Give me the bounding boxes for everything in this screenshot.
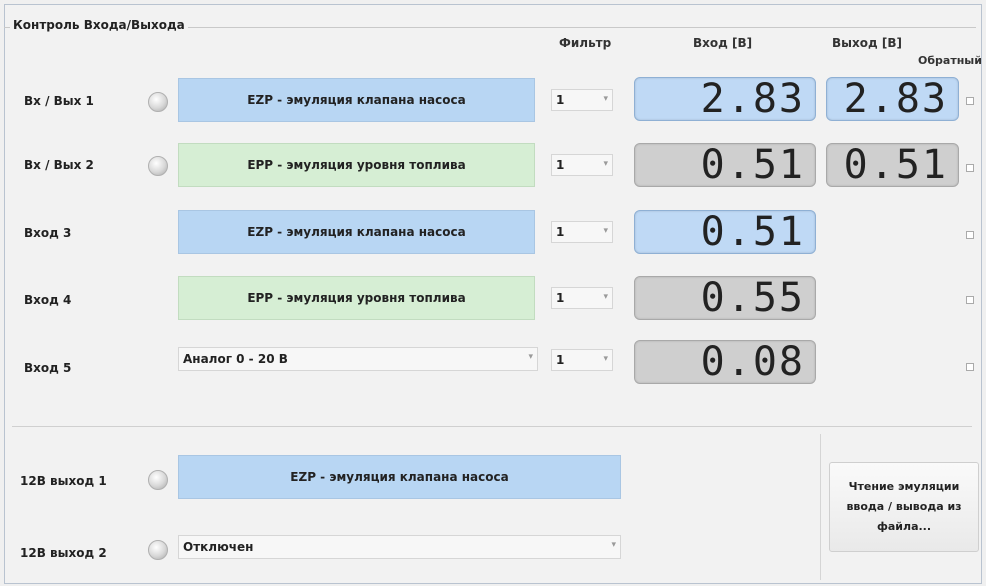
row-label-12v-out2: 12В выход 2 xyxy=(20,546,107,560)
load-emulation-file-button[interactable]: Чтение эмуляции ввода / вывода из файла.… xyxy=(829,462,979,552)
chevron-down-icon: ▾ xyxy=(603,292,608,302)
filter-select-io2[interactable]: 1 ▾ xyxy=(551,154,613,176)
header-input: Вход [В] xyxy=(693,36,753,50)
inverse-checkbox-io2[interactable] xyxy=(966,164,974,172)
filter-value: 1 xyxy=(556,93,565,107)
chevron-down-icon: ▾ xyxy=(603,94,608,104)
filter-select-in4[interactable]: 1 ▾ xyxy=(551,287,613,309)
filter-value: 1 xyxy=(556,158,565,172)
mode-button-in3[interactable]: EZP - эмуляция клапана насоса xyxy=(178,210,535,254)
chevron-down-icon: ▾ xyxy=(603,354,608,364)
header-inverse: Обратный xyxy=(918,54,982,67)
status-led-icon[interactable] xyxy=(148,92,168,112)
mode-button-in4[interactable]: EPP - эмуляция уровня топлива xyxy=(178,276,535,320)
filter-select-in5[interactable]: 1 ▾ xyxy=(551,349,613,371)
group-title: Контроль Входа/Выхода xyxy=(10,18,188,32)
row-label-io2: Вх / Вых 2 xyxy=(24,158,94,172)
inverse-checkbox-in5[interactable] xyxy=(966,363,974,371)
mode-button-io2[interactable]: EPP - эмуляция уровня топлива xyxy=(178,143,535,187)
mode-value: Аналог 0 - 20 В xyxy=(183,352,288,366)
chevron-down-icon: ▾ xyxy=(611,540,616,550)
row-label-in3: Вход 3 xyxy=(24,226,72,240)
inverse-checkbox-in3[interactable] xyxy=(966,231,974,239)
row-label-in5: Вход 5 xyxy=(24,361,72,375)
chevron-down-icon: ▾ xyxy=(603,226,608,236)
input-display-in5: 0.08 xyxy=(634,339,816,385)
status-led-icon[interactable] xyxy=(148,470,168,490)
inverse-checkbox-in4[interactable] xyxy=(966,296,974,304)
vertical-divider xyxy=(820,434,821,580)
mode-button-io1[interactable]: EZP - эмуляция клапана насоса xyxy=(178,78,535,122)
input-display-io2: 0.51 xyxy=(634,142,816,188)
header-filter: Фильтр xyxy=(559,36,612,50)
mode-select-12v-out2[interactable]: Отключен ▾ xyxy=(178,535,621,559)
section-divider xyxy=(12,426,972,427)
mode-button-12v-out1[interactable]: EZP - эмуляция клапана насоса xyxy=(178,455,621,499)
input-display-in4: 0.55 xyxy=(634,275,816,321)
row-label-in4: Вход 4 xyxy=(24,293,72,307)
row-label-12v-out1: 12В выход 1 xyxy=(20,474,107,488)
mode-value: Отключен xyxy=(183,540,254,554)
header-output: Выход [В] xyxy=(832,36,902,50)
output-display-io2: 0.51 xyxy=(826,142,959,188)
input-display-io1: 2.83 xyxy=(634,76,816,122)
filter-select-in3[interactable]: 1 ▾ xyxy=(551,221,613,243)
status-led-icon[interactable] xyxy=(148,156,168,176)
status-led-icon[interactable] xyxy=(148,540,168,560)
filter-value: 1 xyxy=(556,291,565,305)
input-display-in3: 0.51 xyxy=(634,209,816,255)
row-label-io1: Вх / Вых 1 xyxy=(24,94,94,108)
mode-select-in5[interactable]: Аналог 0 - 20 В ▾ xyxy=(178,347,538,371)
chevron-down-icon: ▾ xyxy=(603,159,608,169)
output-display-io1: 2.83 xyxy=(826,76,959,122)
chevron-down-icon: ▾ xyxy=(528,352,533,362)
inverse-checkbox-io1[interactable] xyxy=(966,97,974,105)
filter-value: 1 xyxy=(556,225,565,239)
filter-select-io1[interactable]: 1 ▾ xyxy=(551,89,613,111)
filter-value: 1 xyxy=(556,353,565,367)
